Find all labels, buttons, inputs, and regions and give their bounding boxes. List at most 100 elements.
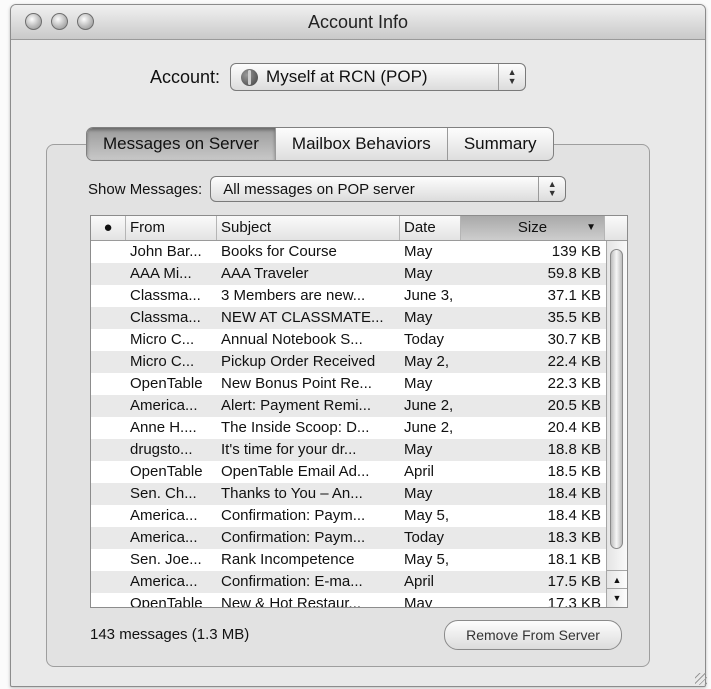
date-cell: Today (404, 529, 445, 546)
account-row: Account: Myself at RCN (POP) ▲ ▼ (150, 62, 527, 92)
size-cell: 17.5 KB (547, 573, 601, 590)
size-cell: 17.3 KB (547, 595, 601, 607)
from-cell: OpenTable (130, 375, 203, 392)
size-cell: 18.4 KB (547, 485, 601, 502)
from-cell: OpenTable (130, 463, 203, 480)
status-cell (91, 549, 126, 571)
sort-descending-icon: ▼ (586, 222, 596, 233)
subject-cell: AAA Traveler (221, 265, 309, 282)
column-header-status[interactable]: ● (91, 216, 126, 240)
table-body: John Bar... Books for Course May 139 KB AAA … (91, 241, 607, 607)
size-cell: 18.4 KB (547, 507, 601, 524)
table-row[interactable]: America... Alert: Payment Remi... June 2, 2… (91, 395, 607, 417)
column-header-from[interactable]: From (126, 216, 217, 240)
message-count: 143 messages (1.3 MB) (90, 626, 250, 643)
table-row[interactable]: Micro C... Annual Notebook S... Today 30.7 … (91, 329, 607, 351)
status-cell (91, 307, 126, 329)
date-cell: May 5, (404, 507, 450, 524)
date-cell: Today (404, 331, 445, 348)
from-cell: Micro C... (130, 353, 195, 370)
status-cell (91, 527, 126, 549)
date-cell: May 2, (404, 353, 450, 370)
size-cell: 139 KB (551, 243, 601, 260)
messages-table: ● From Subject Date Size ▼ John Bar... Bo… (90, 215, 628, 608)
subject-cell: It's time for your dr... (221, 441, 357, 458)
table-row[interactable]: AAA Mi... AAA Traveler May 59.8 KB (91, 263, 607, 285)
subject-cell: Alert: Payment Remi... (221, 397, 372, 414)
column-header-subject[interactable]: Subject (217, 216, 400, 240)
table-row[interactable]: America... Confirmation: Paym... May 5, 18.… (91, 505, 607, 527)
size-cell: 18.1 KB (547, 551, 601, 568)
table-row[interactable]: America... Confirmation: E-ma... April 17.5… (91, 571, 607, 593)
date-cell: April (404, 573, 435, 590)
from-cell: OpenTable (130, 595, 203, 607)
table-row[interactable]: Micro C... Pickup Order Received May 2, 22.… (91, 351, 607, 373)
table-row[interactable]: OpenTable New & Hot Restaur... May 17.3 KB (91, 593, 607, 607)
scroll-down-arrow-icon[interactable]: ▼ (607, 588, 627, 607)
remove-from-server-button[interactable]: Remove From Server (444, 620, 622, 650)
date-cell: May (404, 265, 433, 282)
title-bar: Account Info (11, 5, 705, 40)
status-cell (91, 329, 126, 351)
from-cell: America... (130, 573, 198, 590)
table-row[interactable]: Classma... 3 Members are new... June 3, 37.… (91, 285, 607, 307)
show-messages-popup[interactable]: All messages on POP server ▲ ▼ (210, 176, 567, 202)
column-header-date[interactable]: Date (400, 216, 461, 240)
size-cell: 22.3 KB (547, 375, 601, 392)
size-cell: 20.4 KB (547, 419, 601, 436)
date-cell: May (404, 595, 433, 607)
status-cell (91, 571, 126, 593)
date-cell: May (404, 485, 433, 502)
subject-cell: New Bonus Point Re... (221, 375, 372, 392)
table-row[interactable]: John Bar... Books for Course May 139 KB (91, 241, 607, 263)
size-cell: 18.8 KB (547, 441, 601, 458)
scrollbar-thumb[interactable] (610, 249, 623, 549)
table-row[interactable]: drugsto... It's time for your dr... May 18.… (91, 439, 607, 461)
subject-cell: Books for Course (221, 243, 337, 260)
from-cell: Sen. Ch... (130, 485, 197, 502)
table-row[interactable]: America... Confirmation: Paym... Today 18.3… (91, 527, 607, 549)
subject-cell: New & Hot Restaur... (221, 595, 362, 607)
from-cell: America... (130, 507, 198, 524)
size-cell: 35.5 KB (547, 309, 601, 326)
table-row[interactable]: OpenTable New Bonus Point Re... May 22.3 KB (91, 373, 607, 395)
subject-cell: Thanks to You – An... (221, 485, 363, 502)
popup-arrows-icon: ▲ ▼ (538, 177, 565, 201)
tab-summary[interactable]: Summary (448, 128, 553, 160)
date-cell: June 3, (404, 287, 454, 304)
tab-mailbox-behaviors[interactable]: Mailbox Behaviors (276, 128, 448, 160)
from-cell: America... (130, 529, 198, 546)
table-row[interactable]: Sen. Joe... Rank Incompetence May 5, 18.1 K… (91, 549, 607, 571)
table-row[interactable]: Anne H.... The Inside Scoop: D... June 2, 2… (91, 417, 607, 439)
account-value: Myself at RCN (POP) (266, 67, 428, 86)
column-header-size[interactable]: Size ▼ (461, 216, 605, 240)
status-cell (91, 505, 126, 527)
date-cell: June 2, (404, 419, 454, 436)
date-cell: May 5, (404, 551, 450, 568)
table-row[interactable]: Sen. Ch... Thanks to You – An... May 18.4 K… (91, 483, 607, 505)
date-cell: May (404, 309, 433, 326)
scroll-up-arrow-icon[interactable]: ▲ (607, 570, 627, 589)
from-cell: Micro C... (130, 331, 195, 348)
vertical-scrollbar[interactable]: ▲ ▼ (606, 241, 627, 607)
table-row[interactable]: Classma... NEW AT CLASSMATE... May 35.5 KB (91, 307, 607, 329)
from-cell: Anne H.... (130, 419, 197, 436)
size-cell: 22.4 KB (547, 353, 601, 370)
tab-messages-on-server[interactable]: Messages on Server (87, 128, 276, 160)
status-cell (91, 241, 126, 263)
status-cell (91, 351, 126, 373)
popup-arrows-icon: ▲ ▼ (498, 64, 525, 90)
window-title: Account Info (307, 12, 409, 32)
table-row[interactable]: OpenTable OpenTable Email Ad... April 18.5 … (91, 461, 607, 483)
size-cell: 20.5 KB (547, 397, 601, 414)
status-cell (91, 285, 126, 307)
from-cell: Classma... (130, 287, 201, 304)
account-popup[interactable]: Myself at RCN (POP) ▲ ▼ (230, 63, 527, 91)
from-cell: John Bar... (130, 243, 202, 260)
subject-cell: Confirmation: Paym... (221, 507, 366, 524)
resize-grip-icon[interactable] (695, 673, 707, 685)
table-header: ● From Subject Date Size ▼ (91, 216, 627, 241)
from-cell: Sen. Joe... (130, 551, 202, 568)
status-cell (91, 395, 126, 417)
size-cell: 18.3 KB (547, 529, 601, 546)
